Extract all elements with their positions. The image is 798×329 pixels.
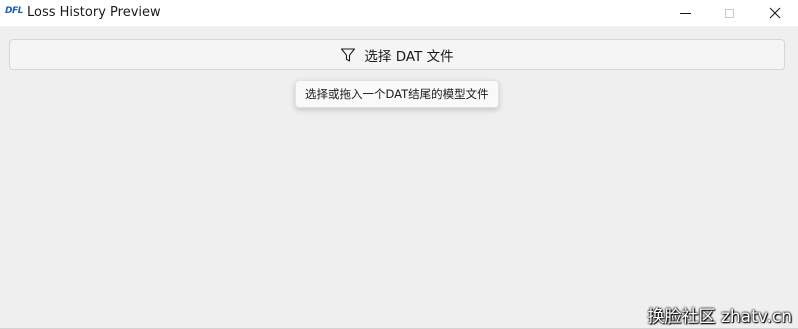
tooltip: 选择或拖入一个DAT结尾的模型文件	[295, 80, 499, 108]
minimize-icon	[679, 12, 691, 14]
close-icon	[769, 7, 781, 19]
app-logo: DFL	[5, 6, 23, 16]
window-title: Loss History Preview	[27, 5, 161, 20]
select-dat-file-label: 选择 DAT 文件	[364, 48, 454, 65]
select-dat-file-button[interactable]: 选择 DAT 文件	[9, 39, 785, 70]
close-button[interactable]	[752, 0, 798, 26]
maximize-icon	[724, 8, 734, 18]
filter-icon	[341, 47, 356, 62]
title-bar[interactable]: DFL Loss History Preview	[0, 0, 798, 26]
app-window: DFL Loss History Preview 选择 DAT 文件 选择或拖入…	[0, 0, 798, 329]
minimize-button[interactable]	[662, 0, 708, 26]
watermark: 换脸社区 zhatv.cn	[647, 307, 792, 327]
maximize-button[interactable]	[706, 0, 752, 26]
